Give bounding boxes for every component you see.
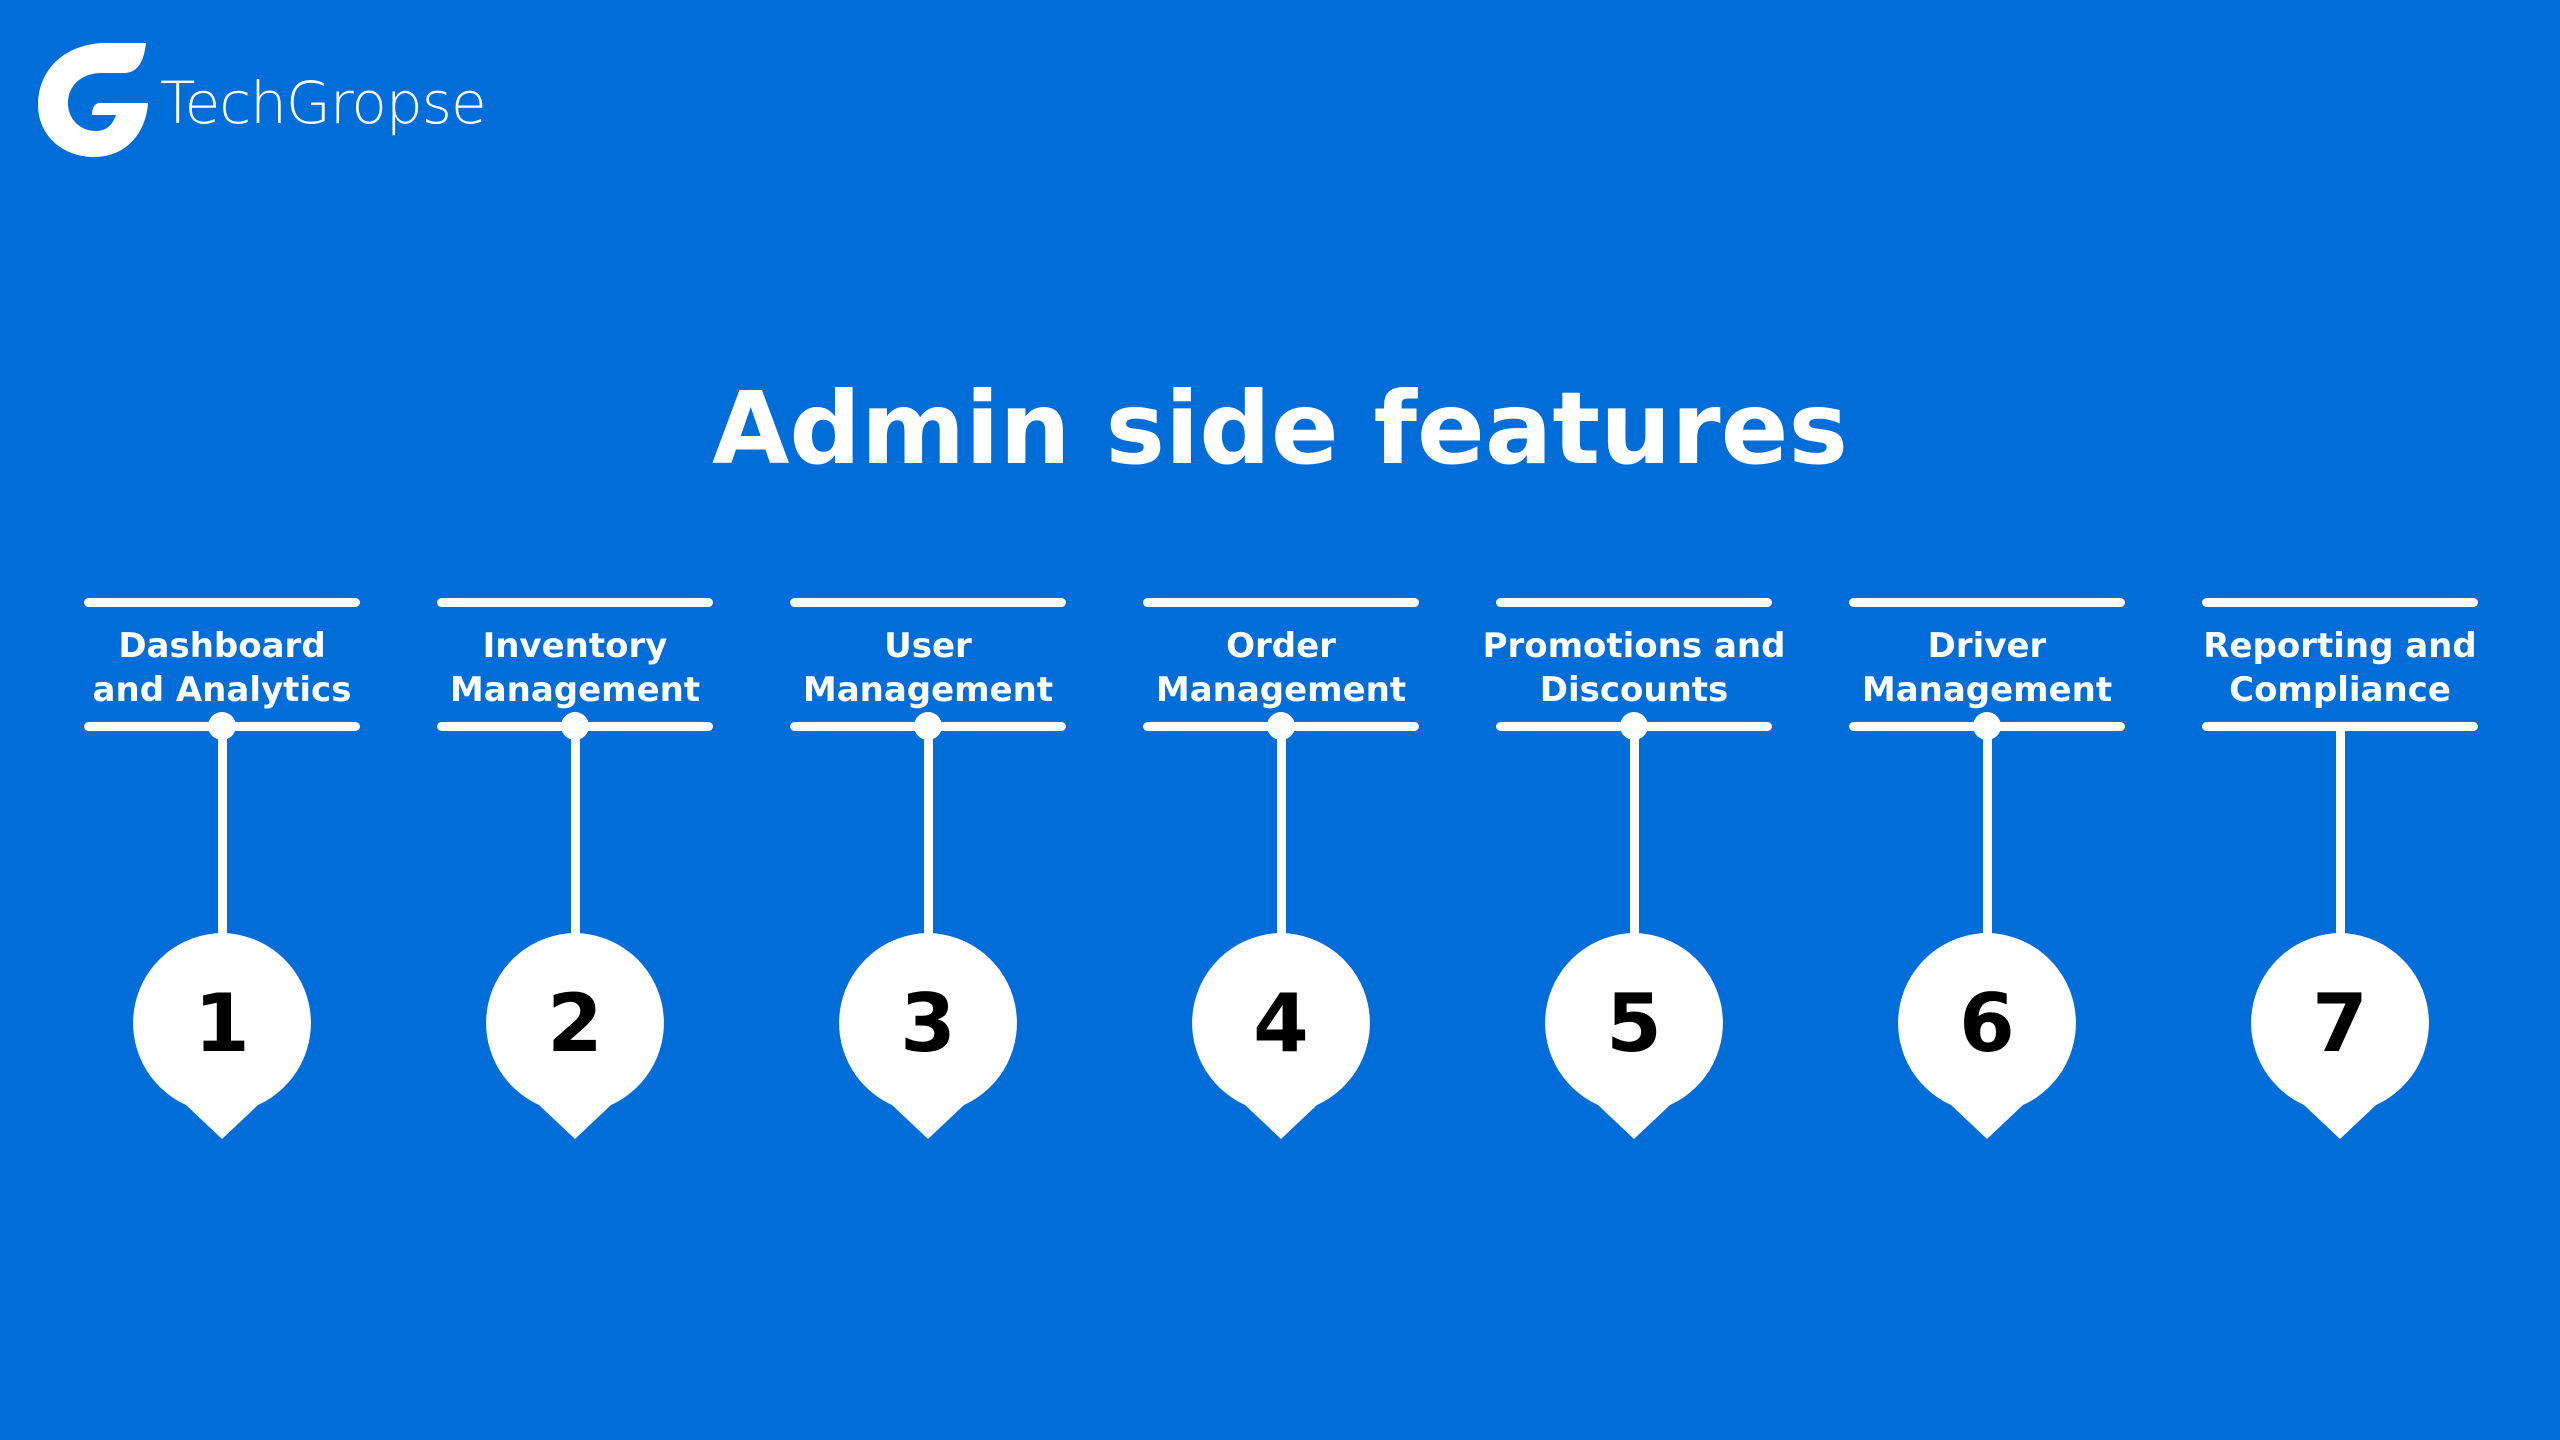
feature-label: Dashboard and Analytics xyxy=(64,624,380,712)
connector-dot xyxy=(1620,712,1648,740)
top-divider xyxy=(84,598,360,607)
connector-dot xyxy=(561,712,589,740)
feature-number: 2 xyxy=(547,977,603,1070)
top-divider xyxy=(1496,598,1772,607)
connector-stem xyxy=(2336,726,2345,946)
feature-label-line1: Driver xyxy=(1927,626,2047,666)
feature-label-line2: and Analytics xyxy=(92,670,352,710)
connector-stem xyxy=(924,726,933,946)
feature-number: 5 xyxy=(1606,977,1662,1070)
feature-number: 7 xyxy=(2312,977,2368,1070)
connector-dot xyxy=(914,712,942,740)
top-divider xyxy=(1849,598,2125,607)
connector-dot xyxy=(1973,712,2001,740)
feature-item-2: Inventory Management 2 xyxy=(437,596,713,1156)
feature-label: Driver Management xyxy=(1829,624,2145,712)
top-divider xyxy=(2202,598,2478,607)
connector-stem xyxy=(218,726,227,946)
feature-label-line1: Promotions and xyxy=(1482,626,1786,666)
feature-label-line2: Management xyxy=(1861,670,2113,710)
feature-label-line2: Management xyxy=(802,670,1054,710)
feature-number: 1 xyxy=(194,977,250,1070)
feature-label: Inventory Management xyxy=(417,624,733,712)
feature-item-7: Reporting and Compliance 7 xyxy=(2202,596,2478,1156)
g-logo-icon xyxy=(38,43,148,157)
feature-item-3: User Management 3 xyxy=(790,596,1066,1156)
feature-label-line2: Discounts xyxy=(1539,670,1729,710)
feature-label-line1: User xyxy=(884,626,972,666)
feature-label-line1: Reporting and xyxy=(2203,626,2477,666)
top-divider xyxy=(437,598,713,607)
feature-label: User Management xyxy=(770,624,1086,712)
feature-label-line1: Order xyxy=(1226,626,1336,666)
feature-item-6: Driver Management 6 xyxy=(1849,596,2125,1156)
brand-logo: TechGropse xyxy=(38,40,487,160)
connector-stem xyxy=(1277,726,1286,946)
feature-number: 3 xyxy=(900,977,956,1070)
top-divider xyxy=(1143,598,1419,607)
feature-label-line1: Inventory xyxy=(482,626,668,666)
connector-stem xyxy=(571,726,580,946)
feature-item-1: Dashboard and Analytics 1 xyxy=(84,596,360,1156)
connector-dot xyxy=(208,712,236,740)
feature-label: Order Management xyxy=(1123,624,1439,712)
feature-label-line2: Compliance xyxy=(2229,670,2451,710)
connector-stem xyxy=(1983,726,1992,946)
connector-stem xyxy=(1630,726,1639,946)
top-divider xyxy=(790,598,1066,607)
feature-item-5: Promotions and Discounts 5 xyxy=(1483,596,1785,1156)
feature-number: 4 xyxy=(1253,977,1309,1070)
feature-label-line1: Dashboard xyxy=(118,626,326,666)
page-title: Admin side features xyxy=(712,370,1848,487)
feature-label: Reporting and Compliance xyxy=(2182,624,2498,712)
feature-number: 6 xyxy=(1959,977,2015,1070)
brand-name: TechGropse xyxy=(160,69,487,137)
feature-label-line2: Management xyxy=(1155,670,1407,710)
feature-label-line2: Management xyxy=(449,670,701,710)
connector-dot xyxy=(1267,712,1295,740)
feature-item-4: Order Management 4 xyxy=(1143,596,1419,1156)
feature-label: Promotions and Discounts xyxy=(1476,624,1792,712)
